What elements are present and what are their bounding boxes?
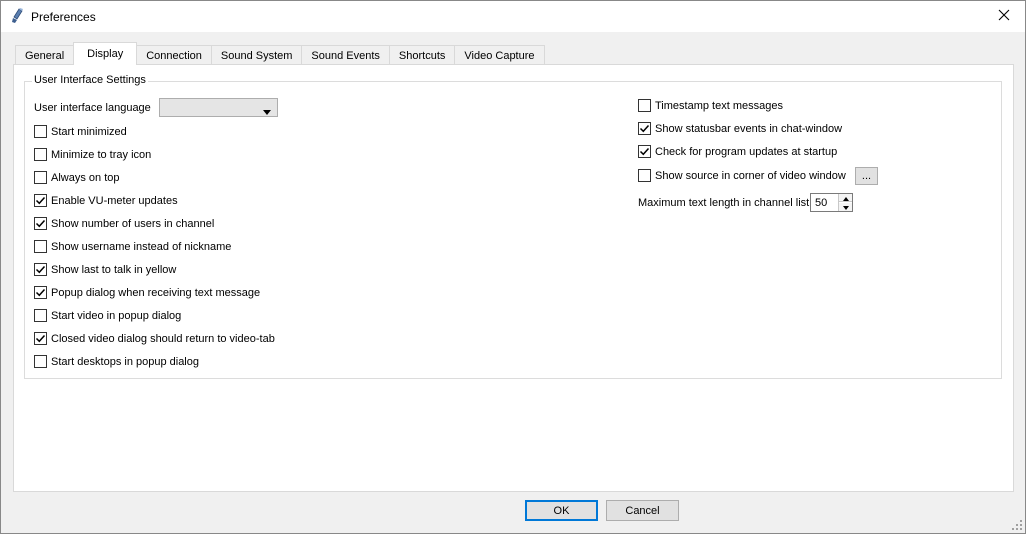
checkbox[interactable] bbox=[34, 217, 47, 230]
tab-general[interactable]: General bbox=[15, 45, 75, 65]
checkbox[interactable] bbox=[638, 122, 651, 135]
checkbox[interactable] bbox=[34, 263, 47, 276]
app-microphone-icon bbox=[10, 7, 26, 25]
tab-shortcuts[interactable]: Shortcuts bbox=[388, 45, 456, 65]
tab-connection[interactable]: Connection bbox=[136, 45, 212, 65]
cancel-button[interactable]: Cancel bbox=[606, 500, 679, 521]
checkbox[interactable] bbox=[638, 145, 651, 158]
title-bar: Preferences bbox=[1, 1, 1025, 32]
checkbox[interactable] bbox=[34, 240, 47, 253]
checkbox[interactable] bbox=[34, 309, 47, 322]
option-label: Enable VU-meter updates bbox=[51, 194, 178, 207]
preferences-window: Preferences General Display Connection S… bbox=[0, 0, 1026, 534]
tab-video-capture[interactable]: Video Capture bbox=[454, 45, 545, 65]
option-label: Show username instead of nickname bbox=[51, 240, 232, 253]
user-interface-settings-group: User Interface Settings User interface l… bbox=[24, 74, 1002, 379]
language-select[interactable] bbox=[159, 98, 278, 117]
option-label: Always on top bbox=[51, 171, 120, 184]
timestamp-messages-option[interactable]: Timestamp text messages bbox=[638, 99, 783, 112]
close-icon bbox=[998, 9, 1010, 24]
checkbox[interactable] bbox=[638, 169, 651, 182]
show-user-count-option[interactable]: Show number of users in channel bbox=[34, 217, 214, 230]
statusbar-events-option[interactable]: Show statusbar events in chat-window bbox=[638, 122, 842, 135]
option-label: Show source in corner of video window bbox=[655, 169, 846, 182]
show-username-option[interactable]: Show username instead of nickname bbox=[34, 240, 231, 253]
stepper-buttons bbox=[838, 194, 852, 211]
start-minimized-option[interactable]: Start minimized bbox=[34, 125, 127, 138]
last-to-talk-yellow-option[interactable]: Show last to talk in yellow bbox=[34, 263, 176, 276]
option-label: Timestamp text messages bbox=[655, 99, 783, 112]
close-button[interactable] bbox=[989, 4, 1019, 28]
tab-sound-events[interactable]: Sound Events bbox=[301, 45, 390, 65]
show-source-option[interactable]: Show source in corner of video window bbox=[638, 169, 846, 182]
spin-down-button[interactable] bbox=[839, 203, 852, 211]
checkbox[interactable] bbox=[34, 171, 47, 184]
check-updates-option[interactable]: Check for program updates at startup bbox=[638, 145, 837, 158]
option-label: Closed video dialog should return to vid… bbox=[51, 332, 275, 345]
max-text-length-value: 50 bbox=[815, 197, 828, 209]
ok-button[interactable]: OK bbox=[525, 500, 598, 521]
checkbox[interactable] bbox=[34, 148, 47, 161]
popup-on-text-message-option[interactable]: Popup dialog when receiving text message bbox=[34, 286, 260, 299]
tab-sound-system[interactable]: Sound System bbox=[210, 45, 303, 65]
chevron-down-icon bbox=[263, 106, 271, 118]
checkbox[interactable] bbox=[34, 125, 47, 138]
option-label: Popup dialog when receiving text message bbox=[51, 286, 261, 299]
desktops-popup-option[interactable]: Start desktops in popup dialog bbox=[34, 355, 199, 368]
resize-grip-icon[interactable] bbox=[1012, 520, 1022, 530]
always-on-top-option[interactable]: Always on top bbox=[34, 171, 119, 184]
video-popup-option[interactable]: Start video in popup dialog bbox=[34, 309, 181, 322]
display-tab-panel: User Interface Settings User interface l… bbox=[13, 64, 1014, 492]
max-text-length-label: Maximum text length in channel list bbox=[638, 197, 810, 209]
checkbox[interactable] bbox=[34, 286, 47, 299]
option-label: Show number of users in channel bbox=[51, 217, 215, 230]
max-text-length-stepper[interactable]: 50 bbox=[810, 193, 853, 212]
option-label: Start desktops in popup dialog bbox=[51, 355, 199, 368]
tab-strip: General Display Connection Sound System … bbox=[15, 42, 545, 65]
option-label: Check for program updates at startup bbox=[655, 145, 838, 158]
group-title: User Interface Settings bbox=[32, 74, 148, 86]
checkbox[interactable] bbox=[34, 332, 47, 345]
checkbox[interactable] bbox=[638, 99, 651, 112]
checkbox[interactable] bbox=[34, 194, 47, 207]
arrow-down-icon bbox=[842, 201, 849, 213]
source-browse-button[interactable]: ... bbox=[855, 167, 878, 185]
vu-meter-option[interactable]: Enable VU-meter updates bbox=[34, 194, 178, 207]
option-label: Start minimized bbox=[51, 125, 127, 138]
option-label: Minimize to tray icon bbox=[51, 148, 152, 161]
language-label: User interface language bbox=[34, 102, 151, 114]
option-label: Show last to talk in yellow bbox=[51, 263, 177, 276]
video-return-option[interactable]: Closed video dialog should return to vid… bbox=[34, 332, 275, 345]
option-label: Start video in popup dialog bbox=[51, 309, 182, 322]
option-label: Show statusbar events in chat-window bbox=[655, 122, 843, 135]
minimize-to-tray-option[interactable]: Minimize to tray icon bbox=[34, 148, 151, 161]
tab-display[interactable]: Display bbox=[73, 42, 138, 65]
window-title: Preferences bbox=[31, 10, 96, 24]
checkbox[interactable] bbox=[34, 355, 47, 368]
